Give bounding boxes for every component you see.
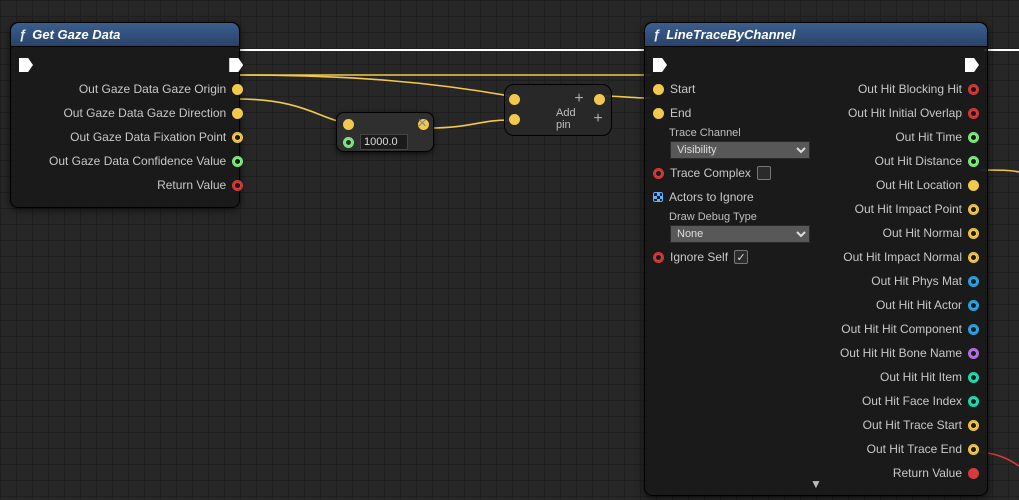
pin-dot[interactable] <box>968 252 979 263</box>
draw-debug-select[interactable]: None <box>670 225 810 243</box>
node-header[interactable]: ƒ LineTraceByChannel <box>645 23 987 47</box>
pin-dot[interactable] <box>968 204 979 215</box>
pin-out-phys-mat: Out Hit Phys Mat <box>871 274 962 288</box>
label-draw-debug: Draw Debug Type <box>653 211 757 223</box>
pin-out-initial-overlap: Out Hit Initial Overlap <box>848 106 962 120</box>
label-trace-complex: Trace Complex <box>670 166 751 180</box>
pin-out-return: Return Value <box>893 466 962 480</box>
pin-out-time: Out Hit Time <box>895 130 962 144</box>
label-start: Start <box>670 82 695 96</box>
fn-icon: ƒ <box>653 27 660 42</box>
pin-out-gaze-direction: Out Gaze Data Gaze Direction <box>63 106 226 120</box>
node-linetracebychannel[interactable]: ƒ LineTraceByChannel Start End Trace Cha… <box>644 22 988 496</box>
pin-out-hit-actor: Out Hit Hit Actor <box>876 298 962 312</box>
pin-dot[interactable] <box>232 84 243 95</box>
multiply-icon: × <box>418 115 427 133</box>
mult-in-vector[interactable] <box>343 119 354 130</box>
exec-in-pin[interactable] <box>19 58 33 72</box>
exec-in-pin[interactable] <box>653 58 667 72</box>
pin-dot[interactable] <box>968 348 979 359</box>
expand-arrow-icon[interactable]: ▼ <box>810 477 822 491</box>
node-multiply[interactable]: × <box>336 112 434 152</box>
label-ignore-self: Ignore Self <box>670 250 728 264</box>
add-pin-label: Add pin <box>526 107 585 131</box>
pin-out-face-index: Out Hit Face Index <box>862 394 962 408</box>
pin-out-fixation: Out Gaze Data Fixation Point <box>70 130 226 144</box>
pin-dot[interactable] <box>232 108 243 119</box>
pin-out-hit-component: Out Hit Hit Component <box>841 322 962 336</box>
add-out[interactable] <box>594 94 605 105</box>
mult-in-float[interactable] <box>343 137 354 148</box>
pin-dot[interactable] <box>968 468 979 479</box>
plus-icon: + <box>570 90 588 108</box>
pin-dot[interactable] <box>968 276 979 287</box>
pin-dot[interactable] <box>968 444 979 455</box>
pin-dot[interactable] <box>232 180 243 191</box>
pin-out-normal: Out Hit Normal <box>883 226 962 240</box>
pin-dot[interactable] <box>968 324 979 335</box>
exec-out-pin[interactable] <box>965 58 979 72</box>
pin-in-actors-to-ignore[interactable] <box>653 192 663 202</box>
label-actors-to-ignore: Actors to Ignore <box>669 190 754 204</box>
pin-out-trace-start: Out Hit Trace Start <box>863 418 962 432</box>
trace-complex-checkbox[interactable] <box>757 166 771 180</box>
pin-dot[interactable] <box>968 420 979 431</box>
fn-icon: ƒ <box>19 27 26 42</box>
pin-out-hit-item: Out Hit Hit Item <box>880 370 962 384</box>
trace-channel-select[interactable]: Visibility <box>670 141 810 159</box>
pin-dot[interactable] <box>968 108 979 119</box>
pin-out-gaze-origin: Out Gaze Data Gaze Origin <box>79 82 226 96</box>
node-title: LineTraceByChannel <box>666 27 795 42</box>
pin-dot[interactable] <box>232 132 243 143</box>
mult-float-input[interactable] <box>360 134 408 150</box>
node-header[interactable]: ƒ Get Gaze Data <box>11 23 239 47</box>
add-pin-button[interactable]: + <box>591 110 605 128</box>
pin-out-impact-point: Out Hit Impact Point <box>855 202 962 216</box>
pin-dot[interactable] <box>968 132 979 143</box>
pin-out-return: Return Value <box>157 178 226 192</box>
pin-out-trace-end: Out Hit Trace End <box>867 442 962 456</box>
pin-out-distance: Out Hit Distance <box>875 154 962 168</box>
pin-dot[interactable] <box>968 156 979 167</box>
node-add[interactable]: + Add pin + <box>504 84 612 136</box>
pin-in-start[interactable] <box>653 84 664 95</box>
pin-dot[interactable] <box>968 84 979 95</box>
pin-out-hit-bone-name: Out Hit Hit Bone Name <box>840 346 962 360</box>
pin-in-end[interactable] <box>653 108 664 119</box>
node-get-gaze-data[interactable]: ƒ Get Gaze Data Out Gaze Data Gaze Origi… <box>10 22 240 208</box>
exec-out-pin[interactable] <box>229 58 243 72</box>
add-in-a[interactable] <box>509 94 520 105</box>
add-in-b[interactable] <box>509 114 520 125</box>
pin-dot[interactable] <box>968 180 979 191</box>
node-title: Get Gaze Data <box>32 27 120 42</box>
pin-out-location: Out Hit Location <box>876 178 962 192</box>
pin-in-trace-complex[interactable] <box>653 168 664 179</box>
pin-dot[interactable] <box>968 372 979 383</box>
pin-in-ignore-self[interactable] <box>653 252 664 263</box>
pin-out-blocking-hit: Out Hit Blocking Hit <box>858 82 962 96</box>
pin-dot[interactable] <box>968 396 979 407</box>
label-end: End <box>670 106 691 120</box>
pin-out-confidence: Out Gaze Data Confidence Value <box>49 154 226 168</box>
label-trace-channel: Trace Channel <box>653 127 741 139</box>
pin-dot[interactable] <box>968 300 979 311</box>
pin-out-impact-normal: Out Hit Impact Normal <box>843 250 962 264</box>
pin-dot[interactable] <box>968 228 979 239</box>
pin-dot[interactable] <box>232 156 243 167</box>
ignore-self-checkbox[interactable] <box>734 250 748 264</box>
